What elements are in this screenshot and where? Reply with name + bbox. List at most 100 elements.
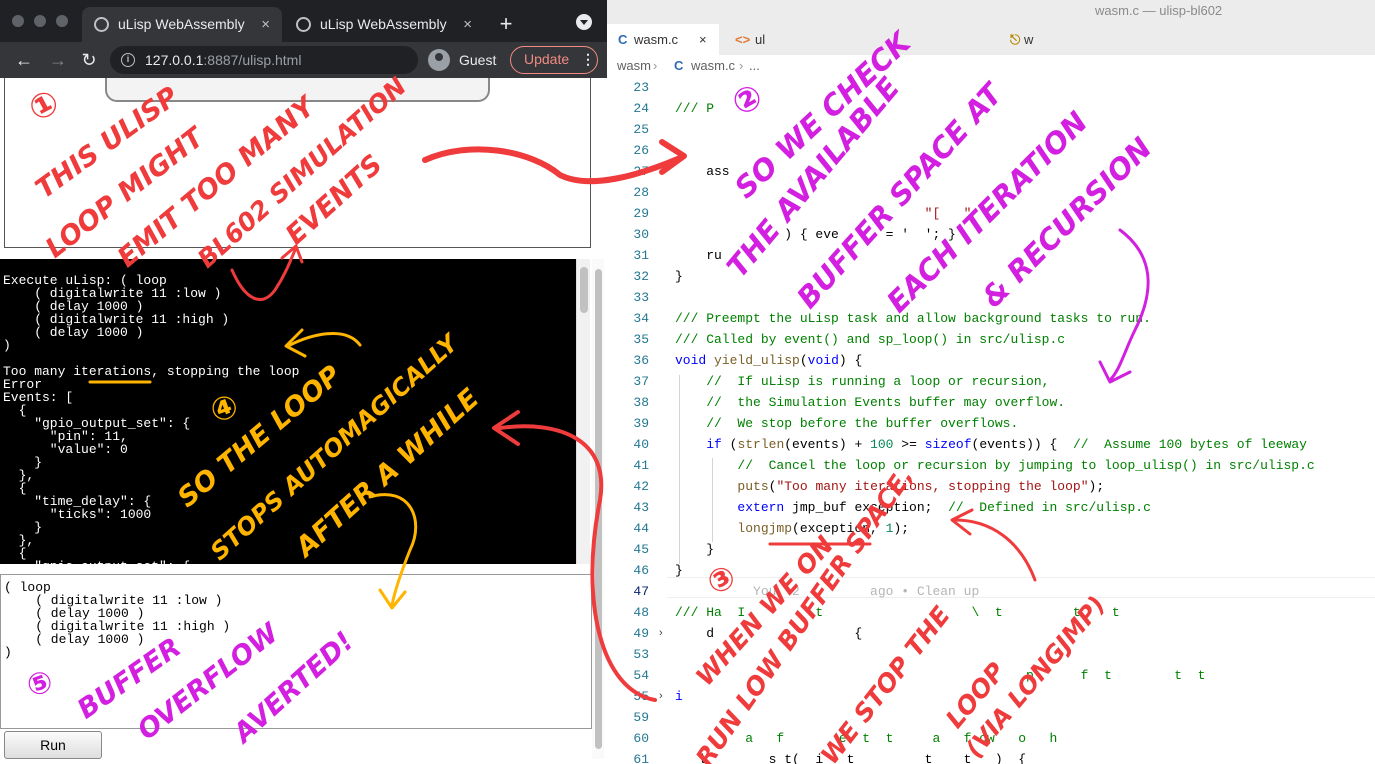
editor-tab[interactable]: <> ul [725,24,855,55]
c-file-icon: C [618,32,628,47]
tab-label: ul [755,32,766,47]
editor-title-bar: wasm.c — ulisp-bl602 [607,0,1375,24]
c-file-icon: C [674,58,684,73]
globe-icon [296,17,311,32]
line-number: 36 [633,353,649,368]
back-arrow-icon[interactable]: ← [12,48,36,72]
tab-label: w [1024,32,1034,47]
simulator-panel [4,78,591,248]
page-scrollbar[interactable] [592,259,604,759]
browser-tab[interactable]: uLisp WebAssembly × [284,7,484,42]
breadcrumb-symbol[interactable]: ... [749,55,760,77]
window-minimize-dot[interactable] [34,15,46,27]
code-line: longjmp(exception, 1); [737,521,910,536]
tab-title: uLisp WebAssembly [118,16,245,32]
code-line: /// Preempt the uLisp task and allow bac… [675,311,1151,326]
git-blame-annotation: You, 2 ago • Clean up [675,584,980,599]
breadcrumb: wasm › C wasm.c › ... [607,55,1375,77]
code-line: l s t( i t _t t ) { [675,752,1027,764]
line-number: 40 [633,437,649,452]
tab-search-icon[interactable] [576,14,592,30]
line-number: 26 [633,143,649,158]
code-line: a f e t t a f ow o h [675,731,1058,746]
fold-chevron-icon[interactable]: › [659,686,663,707]
fold-chevron-icon[interactable]: › [659,623,663,644]
code-line: // the Simulation Events buffer may over… [675,395,1066,410]
code-line: extern jmp_buf exception; // Defined in … [737,500,1151,515]
url-host: 127.0.0.1 [145,52,204,68]
code-line: // We stop before the buffer overflows. [675,416,1019,431]
line-number: 34 [633,311,649,326]
window-close-dot[interactable] [12,15,24,27]
code-line: ) { eve = ' '; } [675,227,956,242]
lisp-code-input[interactable]: ( loop ( digitalwrite 11 :low ) ( delay … [0,574,592,729]
scrollbar-thumb[interactable] [580,267,588,313]
tab-close-icon[interactable]: × [261,7,270,42]
tab-title: uLisp WebAssembly [320,16,447,32]
line-number: 46 [633,563,649,578]
line-number: 55 [633,689,649,704]
code-line: ru [675,248,722,263]
address-bar[interactable]: i 127.0.0.1:8887/ulisp.html [110,46,418,74]
line-number: 44 [633,521,649,536]
line-number: 43 [633,500,649,515]
line-number: 45 [633,542,649,557]
html-file-icon: <> [735,32,751,47]
breadcrumb-folder[interactable]: wasm [617,55,651,77]
tab-close-icon[interactable]: × [463,7,472,42]
update-button[interactable]: Update ⋮ [510,46,598,74]
url-path: :8887/ulisp.html [203,52,302,68]
editor-tab-wasm-c[interactable]: C wasm.c × [607,24,719,55]
new-tab-button[interactable]: + [494,10,518,38]
code-line: void yield_ulisp(void) { [675,353,863,368]
line-number: 28 [633,185,649,200]
browser-tab-strip: uLisp WebAssembly × uLisp WebAssembly × … [0,0,607,42]
breadcrumb-file[interactable]: wasm.c [691,55,735,77]
scrollbar-thumb[interactable] [595,269,602,749]
line-number: 39 [633,416,649,431]
line-number: 41 [633,458,649,473]
forward-arrow-icon[interactable]: → [46,48,70,72]
line-number: 60 [633,731,649,746]
window-zoom-dot[interactable] [56,15,68,27]
line-number: 47 [633,584,649,599]
avatar-icon [428,49,450,71]
line-number: 38 [633,395,649,410]
code-line: // If uLisp is running a loop or recursi… [675,374,1050,389]
reload-icon[interactable]: ↻ [77,48,101,72]
code-line: /// P [675,101,715,116]
line-number: 33 [633,290,649,305]
tab-close-icon[interactable]: × [699,24,707,55]
console-scrollbar[interactable] [576,259,590,564]
line-number: 49 [633,626,649,641]
code-line: // Cancel the loop or recursion by jumpi… [675,458,1315,473]
code-line: } [675,542,715,557]
browser-tab-active[interactable]: uLisp WebAssembly × [82,7,282,42]
line-number: 30 [633,227,649,242]
line-number: 61 [633,752,649,764]
page-content: Execute uLisp: ( loop ( digitalwrite 11 … [0,78,607,764]
editor-tab-strip: C wasm.c × <> ul ⎋ w [607,24,1375,55]
file-icon: ⎋ [1010,32,1021,47]
run-button[interactable]: Run [4,731,102,759]
code-editor-window: wasm.c — ulisp-bl602 C wasm.c × <> ul ⎋ … [607,0,1375,764]
code-line: d { [675,626,863,641]
code-line: if (strlen(events) + 100 >= sizeof(event… [706,437,1307,452]
line-number: 24 [633,101,649,116]
line-number: 53 [633,647,649,662]
line-number: 48 [633,605,649,620]
code-line: i [675,689,707,704]
site-info-icon[interactable]: i [121,53,135,67]
editor-tab[interactable]: ⎋ w [1002,24,1132,55]
code-line: } [675,563,683,578]
browser-toolbar: ← → ↻ i 127.0.0.1:8887/ulisp.html Guest … [0,42,607,78]
line-number: 25 [633,122,649,137]
line-number: 32 [633,269,649,284]
line-number: 29 [633,206,649,221]
tab-label: wasm.c [634,32,679,47]
line-number: 35 [633,332,649,347]
output-console[interactable]: Execute uLisp: ( loop ( digitalwrite 11 … [0,259,590,564]
code-line: } [675,269,683,284]
menu-kebab-icon[interactable]: ⋮ [581,47,595,72]
line-number: 59 [633,710,649,725]
